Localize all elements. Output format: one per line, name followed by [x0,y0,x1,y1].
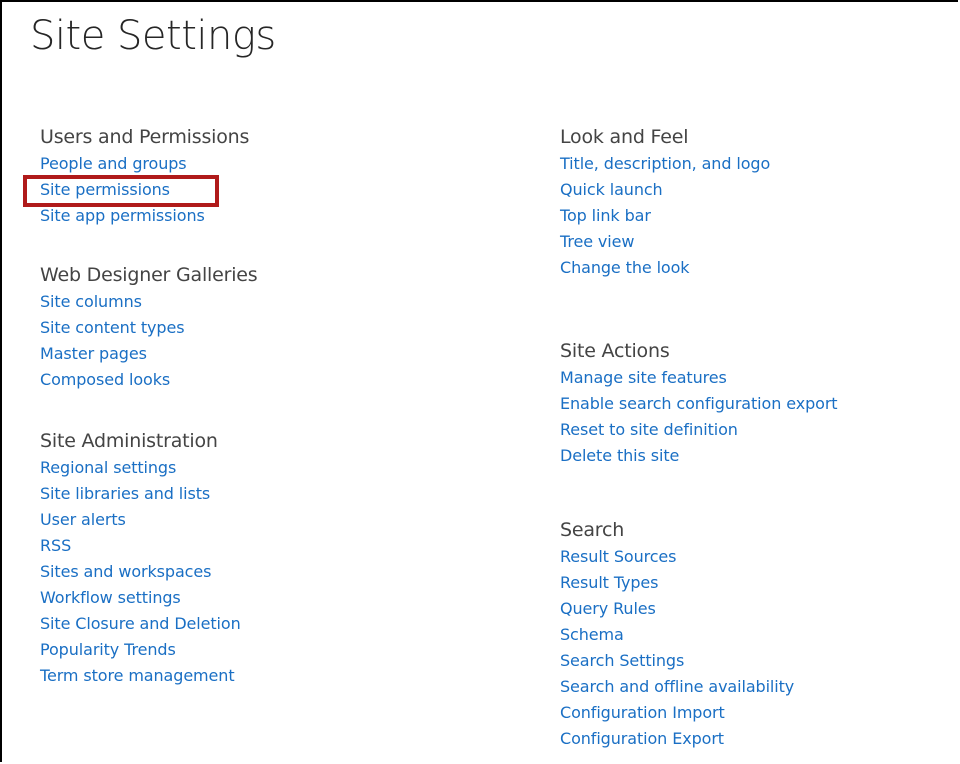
link-result-sources[interactable]: Result Sources [560,547,677,566]
web-designer-galleries-links: Site columns Site content types Master p… [40,289,480,393]
search-links: Result Sources Result Types Query Rules … [560,544,950,752]
right-column: Look and Feel Title, description, and lo… [560,124,950,752]
list-item: Master pages [40,341,480,367]
list-item: Configuration Export [560,726,950,752]
link-enable-search-config-export[interactable]: Enable search configuration export [560,394,838,413]
list-item: Sites and workspaces [40,559,480,585]
page-title: Site Settings [30,13,276,59]
list-item: RSS [40,533,480,559]
list-item: Site app permissions [40,203,480,229]
group-site-administration: Site Administration Regional settings Si… [40,428,480,689]
list-item: People and groups [40,151,480,177]
link-site-content-types[interactable]: Site content types [40,318,185,337]
link-rss[interactable]: RSS [40,536,71,555]
site-administration-links: Regional settings Site libraries and lis… [40,455,480,689]
link-quick-launch[interactable]: Quick launch [560,180,663,199]
group-title-site-actions: Site Actions [560,340,670,362]
group-title-users-and-permissions: Users and Permissions [40,126,250,148]
link-people-and-groups[interactable]: People and groups [40,154,187,173]
group-look-and-feel: Look and Feel Title, description, and lo… [560,124,950,281]
look-and-feel-links: Title, description, and logo Quick launc… [560,151,950,281]
list-item: Composed looks [40,367,480,393]
link-popularity-trends[interactable]: Popularity Trends [40,640,176,659]
group-title-look-and-feel: Look and Feel [560,126,689,148]
list-item: Site content types [40,315,480,341]
link-master-pages[interactable]: Master pages [40,344,147,363]
list-item: Site libraries and lists [40,481,480,507]
link-sites-and-workspaces[interactable]: Sites and workspaces [40,562,211,581]
list-item: Site permissions [40,177,480,203]
link-delete-this-site[interactable]: Delete this site [560,446,679,465]
link-site-columns[interactable]: Site columns [40,292,142,311]
link-query-rules[interactable]: Query Rules [560,599,656,618]
list-item: Popularity Trends [40,637,480,663]
left-column: Users and Permissions People and groups … [40,124,480,689]
list-item: Site Closure and Deletion [40,611,480,637]
link-regional-settings[interactable]: Regional settings [40,458,176,477]
group-web-designer-galleries: Web Designer Galleries Site columns Site… [40,262,480,393]
list-item: Title, description, and logo [560,151,950,177]
link-configuration-export[interactable]: Configuration Export [560,729,724,748]
list-item: Schema [560,622,950,648]
site-actions-links: Manage site features Enable search confi… [560,365,950,469]
group-title-search: Search [560,519,625,541]
link-site-permissions[interactable]: Site permissions [40,180,170,199]
link-reset-to-site-definition[interactable]: Reset to site definition [560,420,738,439]
list-item: Search and offline availability [560,674,950,700]
group-site-actions: Site Actions Manage site features Enable… [560,338,950,469]
group-users-and-permissions: Users and Permissions People and groups … [40,124,480,229]
users-and-permissions-links: People and groups Site permissions Site … [40,151,480,229]
list-item: Result Sources [560,544,950,570]
list-item: Result Types [560,570,950,596]
link-top-link-bar[interactable]: Top link bar [560,206,651,225]
link-title-description-logo[interactable]: Title, description, and logo [560,154,770,173]
list-item: Reset to site definition [560,417,950,443]
list-item: Site columns [40,289,480,315]
list-item: Quick launch [560,177,950,203]
link-term-store-management[interactable]: Term store management [40,666,235,685]
group-title-web-designer-galleries: Web Designer Galleries [40,264,258,286]
link-tree-view[interactable]: Tree view [560,232,634,251]
link-schema[interactable]: Schema [560,625,624,644]
list-item: Top link bar [560,203,950,229]
link-result-types[interactable]: Result Types [560,573,659,592]
link-workflow-settings[interactable]: Workflow settings [40,588,181,607]
link-composed-looks[interactable]: Composed looks [40,370,170,389]
link-configuration-import[interactable]: Configuration Import [560,703,725,722]
list-item: Term store management [40,663,480,689]
link-manage-site-features[interactable]: Manage site features [560,368,727,387]
list-item: Query Rules [560,596,950,622]
list-item: Enable search configuration export [560,391,950,417]
link-site-libraries-and-lists[interactable]: Site libraries and lists [40,484,210,503]
link-site-closure-and-deletion[interactable]: Site Closure and Deletion [40,614,241,633]
group-title-site-administration: Site Administration [40,430,218,452]
link-site-app-permissions[interactable]: Site app permissions [40,206,205,225]
list-item: Regional settings [40,455,480,481]
link-search-settings[interactable]: Search Settings [560,651,684,670]
list-item: Manage site features [560,365,950,391]
group-search: Search Result Sources Result Types Query… [560,517,950,752]
link-search-offline-availability[interactable]: Search and offline availability [560,677,794,696]
link-user-alerts[interactable]: User alerts [40,510,126,529]
list-item: Workflow settings [40,585,480,611]
list-item: Delete this site [560,443,950,469]
list-item: Search Settings [560,648,950,674]
list-item: Tree view [560,229,950,255]
list-item: User alerts [40,507,480,533]
link-change-the-look[interactable]: Change the look [560,258,690,277]
list-item: Change the look [560,255,950,281]
list-item: Configuration Import [560,700,950,726]
